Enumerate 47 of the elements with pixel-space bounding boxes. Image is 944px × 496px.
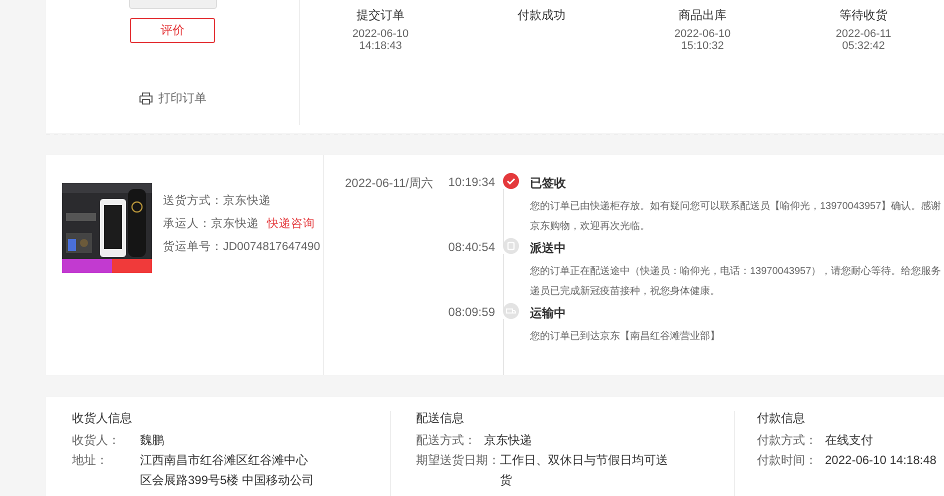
tracking-text: 递员已完成新冠疫苗接种，祝您身体健康。 (530, 284, 721, 299)
tracking-status: 已签收 (530, 175, 567, 192)
info-value: 京东快递 (484, 433, 532, 447)
info-value: 货 (500, 473, 513, 487)
tracking-status: 派送中 (530, 240, 567, 257)
step-time: 05:32:42 (842, 40, 885, 52)
info-value: 工作日、双休日与节假日均可送 (500, 453, 668, 467)
tracking-date: 2022-06-11/周六 (345, 175, 431, 192)
shipment-detail: 送货方式：京东快递 (163, 193, 271, 208)
tracking-time: 08:09:59 (447, 305, 495, 321)
section-title: 配送信息 (416, 411, 465, 425)
shipment-detail: 承运人：京东快递 (163, 216, 259, 231)
section-title: 收货人信息 (72, 411, 133, 425)
tracking-time: 10:19:34 (447, 175, 495, 191)
tracking-time: 08:40:54 (447, 240, 495, 256)
print-order-link[interactable]: 打印订单 (138, 90, 206, 107)
step-label: 提交订单 (356, 7, 404, 24)
info-label: 收货人： (72, 433, 121, 447)
tracking-text: 您的订单已由快递柜存放。如有疑问您可以联系配送员【喻仰光，13970043957】确认。感谢 (530, 200, 942, 214)
courier-inquiry-link[interactable]: 快递咨询 (267, 216, 315, 231)
check-icon (503, 173, 519, 189)
tracking-status: 运输中 (530, 305, 567, 322)
review-button[interactable]: 评价 (130, 18, 215, 43)
info-value: 江西南昌市红谷滩区红谷滩中心 (140, 453, 309, 467)
step-date: 2022-06-10 (352, 28, 409, 40)
info-value: 2022-06-10 14:18:48 (825, 453, 936, 467)
info-value: 在线支付 (825, 433, 873, 447)
info-label: 配送方式： (416, 433, 477, 447)
step-label: 等待收货 (840, 7, 888, 24)
step-label: 付款成功 (518, 7, 566, 24)
info-label: 地址： (72, 453, 109, 469)
tracking-text: 您的订单已到达京东【南昌红谷滩营业部】 (530, 330, 720, 344)
step-time: 14:18:43 (359, 40, 402, 52)
tracking-text: 您的订单正在配送途中（快递员：喻仰光，电话：13970043957），请您耐心等待。给您服务 (530, 264, 942, 279)
printer-icon (138, 92, 152, 105)
step-label: 商品出库 (678, 7, 726, 24)
shipment-detail: 货运单号：JD0074817647490 (163, 240, 320, 254)
step-time: 15:10:32 (681, 40, 724, 52)
info-label: 期望送货日期： (416, 453, 500, 469)
step-date: 2022-06-10 (674, 28, 731, 40)
info-value: 魏鹏 (140, 433, 164, 447)
info-label: 付款方式： (757, 433, 818, 447)
step-date: 2022-06-11 (836, 28, 892, 40)
section-title: 付款信息 (757, 411, 806, 425)
info-label: 付款时间： (757, 453, 818, 467)
tracking-text: 京东购物，欢迎再次光临。 (530, 220, 651, 234)
info-value: 区会展路399号5楼 中国移动公司 (140, 473, 314, 487)
